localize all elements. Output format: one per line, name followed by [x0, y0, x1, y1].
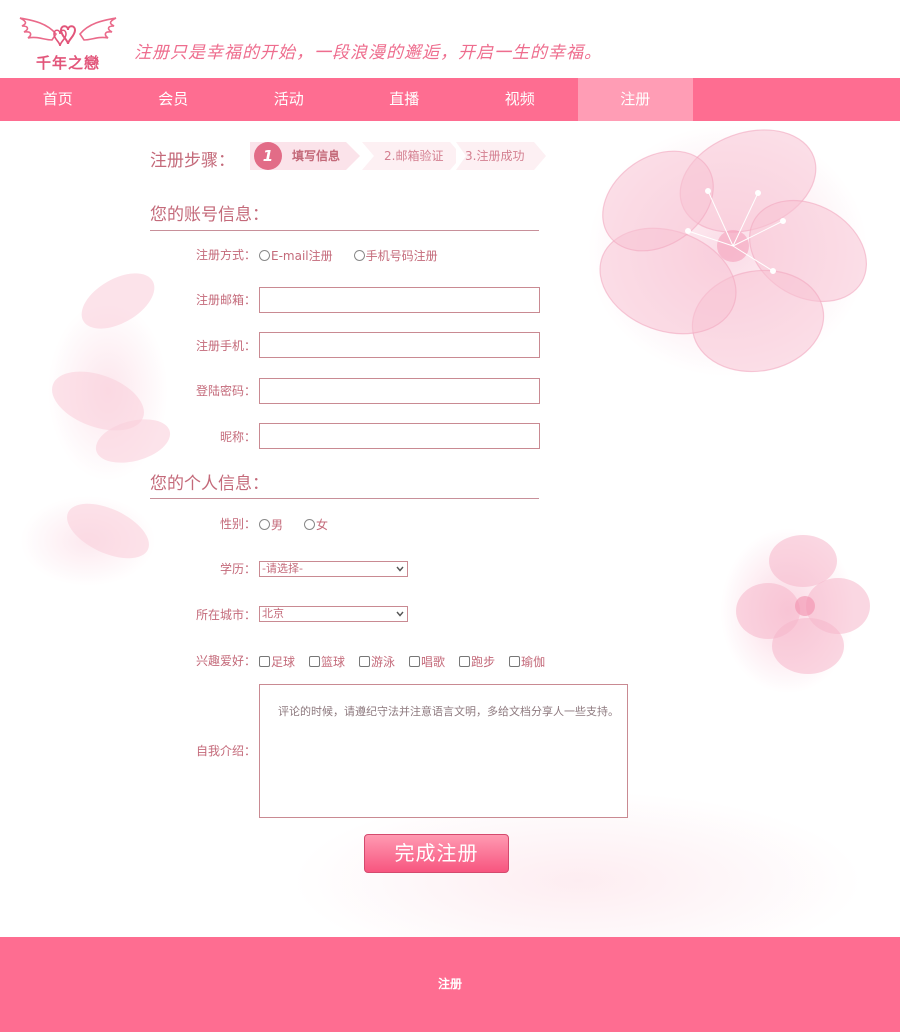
- email-label: 注册邮箱：: [195, 293, 256, 307]
- password-input[interactable]: [259, 378, 540, 404]
- nav-item-live[interactable]: 直播: [347, 78, 463, 121]
- hobby-running-checkbox[interactable]: [459, 655, 471, 667]
- hobby-football-checkbox[interactable]: [259, 655, 270, 667]
- radio-female[interactable]: 女: [304, 516, 328, 533]
- hobby-football-label: 足球: [271, 654, 296, 669]
- nav-item-activities[interactable]: 活动: [231, 78, 347, 121]
- step-2-label: 2.邮箱验证: [384, 149, 444, 163]
- intro-textarea[interactable]: 评论的时候，请遵纪守法并注意语言文明，多给文档分享人一些支持。: [259, 684, 628, 818]
- hobby-basketball-label: 篮球: [321, 654, 346, 669]
- phone-input[interactable]: [259, 332, 540, 358]
- hobby-swimming[interactable]: 游泳: [359, 653, 395, 670]
- logo-text: 千年之戀: [35, 54, 100, 72]
- step-1-badge: 1: [254, 142, 282, 170]
- hobby-yoga[interactable]: 瑜伽: [509, 653, 545, 670]
- intro-placeholder: 评论的时候，请遵纪守法并注意语言文明，多给文档分享人一些支持。: [278, 705, 619, 718]
- education-select-value: -请选择-: [262, 562, 303, 575]
- register-method-group: E-mail注册 手机号码注册: [259, 245, 438, 265]
- hobby-singing[interactable]: 唱歌: [409, 653, 445, 670]
- gender-label: 性别：: [219, 517, 256, 531]
- radio-email-label: E-mail注册: [271, 248, 333, 263]
- steps-label: 注册步骤：: [150, 151, 235, 171]
- nickname-input[interactable]: [259, 423, 540, 449]
- complete-register-button[interactable]: 完成注册: [364, 834, 509, 873]
- email-input[interactable]: [259, 287, 540, 313]
- city-label: 所在城市：: [195, 608, 256, 622]
- nav-item-register[interactable]: 注册: [577, 78, 693, 121]
- header: 千年之戀 注册只是幸福的开始，一段浪漫的邂逅，开启一生的幸福。: [0, 0, 900, 78]
- radio-male[interactable]: 男: [259, 516, 283, 533]
- radio-phone[interactable]: 手机号码注册: [353, 247, 438, 264]
- register-method-label: 注册方式：: [195, 248, 256, 262]
- intro-label: 自我介绍：: [195, 744, 256, 758]
- hobby-singing-label: 唱歌: [421, 654, 446, 669]
- radio-email-circle[interactable]: [259, 249, 270, 261]
- flower-decoration-icon: [599, 129, 868, 373]
- step-3-label: 3.注册成功: [465, 149, 525, 163]
- hobby-basketball[interactable]: 篮球: [309, 653, 345, 670]
- nav-item-members[interactable]: 会员: [116, 78, 232, 121]
- hobby-yoga-checkbox[interactable]: [509, 655, 521, 667]
- chevron-down-icon: [396, 566, 404, 572]
- step-1-label: 填写信息: [292, 149, 341, 163]
- main-nav: 首页 会员 活动 直播 视频 注册: [0, 78, 900, 121]
- account-section-divider: [150, 230, 539, 231]
- flower-decoration-icon: [736, 535, 870, 674]
- radio-female-circle[interactable]: [304, 518, 316, 530]
- logo[interactable]: 千年之戀: [18, 14, 118, 74]
- hobby-football[interactable]: 足球: [259, 653, 295, 670]
- education-select[interactable]: -请选择-: [259, 561, 408, 577]
- gender-group: 男 女: [259, 514, 328, 534]
- hobby-singing-checkbox[interactable]: [409, 655, 421, 667]
- nickname-label: 昵称：: [219, 430, 256, 444]
- hobby-basketball-checkbox[interactable]: [309, 655, 321, 667]
- footer-text: 注册: [437, 977, 462, 991]
- hobby-group: 足球 篮球 游泳 唱歌 跑步 瑜伽: [259, 651, 545, 671]
- hobby-running-label: 跑步: [471, 654, 496, 669]
- personal-section-divider: [150, 498, 539, 499]
- radio-email[interactable]: E-mail注册: [259, 247, 333, 264]
- education-label: 学历：: [219, 562, 256, 576]
- hobby-swimming-label: 游泳: [371, 654, 396, 669]
- hobby-yoga-label: 瑜伽: [521, 654, 546, 669]
- nav-item-video[interactable]: 视频: [462, 78, 578, 121]
- step-1-arrow: [346, 142, 360, 170]
- city-select-value: 北京: [262, 607, 284, 620]
- radio-phone-circle[interactable]: [353, 249, 365, 261]
- hobby-label: 兴趣爱好：: [195, 654, 256, 668]
- phone-label: 注册手机：: [195, 339, 256, 353]
- city-select[interactable]: 北京: [259, 606, 408, 622]
- chevron-down-icon: [396, 611, 404, 617]
- step-3-arrow: [534, 142, 546, 170]
- radio-phone-label: 手机号码注册: [365, 248, 438, 263]
- nav-item-home[interactable]: 首页: [0, 78, 116, 121]
- footer: 注册: [0, 937, 900, 1032]
- personal-section-title: 您的个人信息：: [150, 474, 269, 494]
- step-2-notch: [362, 142, 374, 170]
- radio-male-circle[interactable]: [259, 518, 270, 530]
- radio-male-label: 男: [271, 517, 284, 532]
- radio-female-label: 女: [316, 517, 329, 532]
- hobby-swimming-checkbox[interactable]: [359, 655, 371, 667]
- hobby-running[interactable]: 跑步: [459, 653, 495, 670]
- winged-hearts-icon: [19, 17, 117, 47]
- password-label: 登陆密码：: [195, 384, 256, 398]
- account-section-title: 您的账号信息：: [150, 205, 269, 225]
- slogan: 注册只是幸福的开始，一段浪漫的邂逅，开启一生的幸福。: [134, 43, 602, 63]
